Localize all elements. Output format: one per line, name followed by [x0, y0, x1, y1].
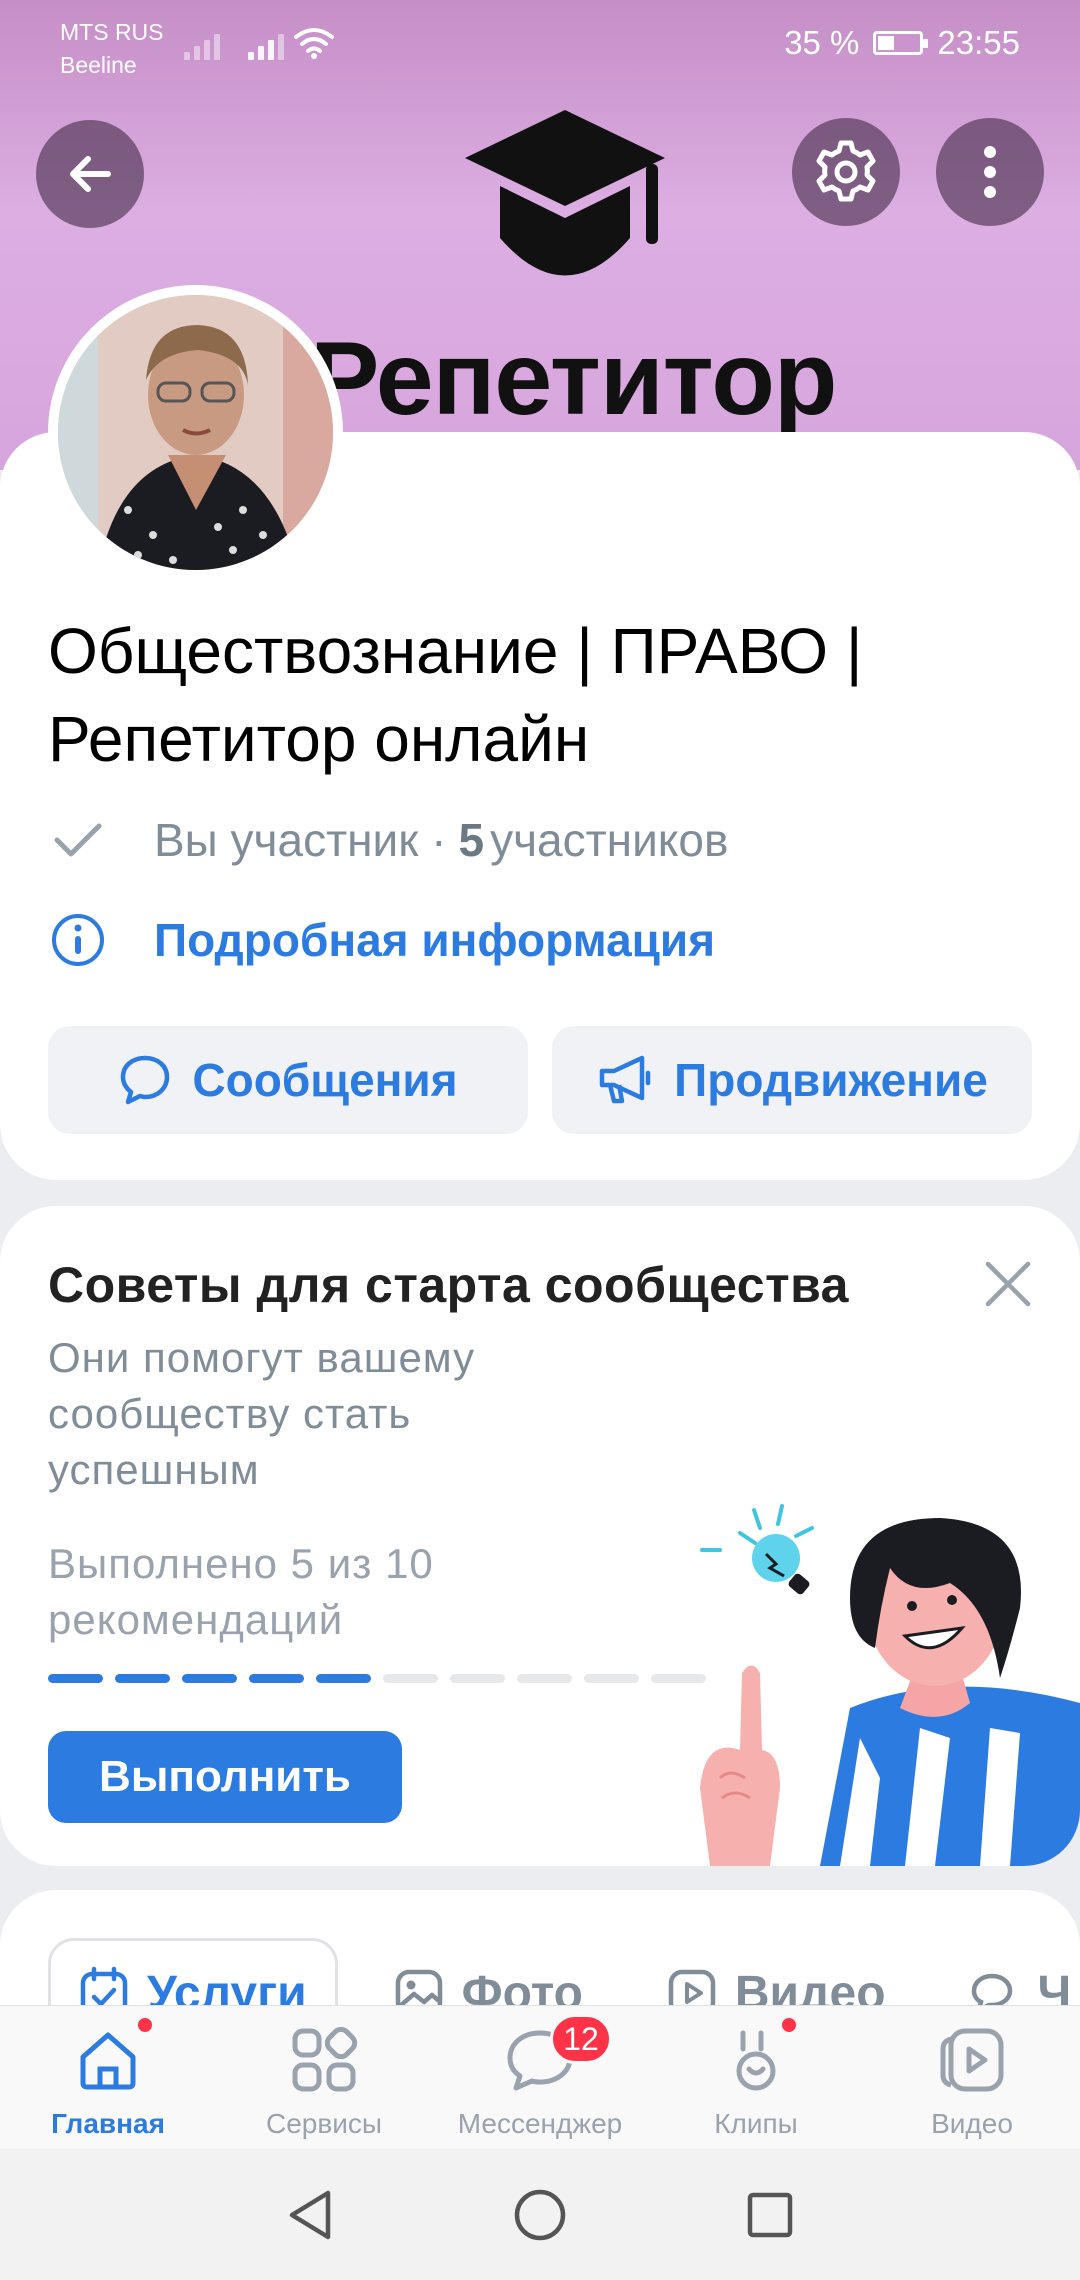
tips-progress-text: Выполнено 5 из 10 рекомендаций [48, 1540, 434, 1643]
nav-clips[interactable]: Клипы [648, 2006, 864, 2149]
graduation-cap-icon [465, 110, 665, 276]
promotion-label: Продвижение [674, 1054, 988, 1106]
more-vertical-icon [984, 146, 996, 198]
nav-services[interactable]: Сервисы [216, 2006, 432, 2149]
nav-video[interactable]: Видео [864, 2006, 1080, 2149]
check-icon [48, 810, 108, 870]
status-bar: MTS RUS Beeline 35 % 23:55 [0, 0, 1080, 90]
system-back-icon[interactable] [282, 2187, 338, 2243]
battery-icon [873, 31, 929, 55]
progress-segment [450, 1674, 505, 1683]
signal-1-icon [184, 30, 220, 60]
community-avatar[interactable] [48, 285, 343, 580]
wifi-icon [294, 28, 334, 59]
system-home-icon[interactable] [512, 2187, 568, 2243]
member-status: Вы участник · [154, 814, 447, 866]
messages-label: Сообщения [192, 1054, 458, 1106]
video-icon [932, 2020, 1012, 2100]
light-bulb-icon [700, 1504, 814, 1595]
bottom-navigation: Главная Сервисы 12 Мессенджер Клипы Виде… [0, 2005, 1080, 2149]
nav-video-label: Видео [931, 2108, 1013, 2139]
membership-row[interactable]: Вы участник · 5 участников [48, 810, 728, 870]
progress-segment [249, 1674, 304, 1683]
system-navigation-bar [0, 2149, 1080, 2280]
complete-tips-button[interactable]: Выполнить [48, 1731, 402, 1823]
nav-messenger[interactable]: 12 Мессенджер [432, 2006, 648, 2149]
progress-segment [517, 1674, 572, 1683]
info-icon [48, 910, 108, 970]
back-button[interactable] [36, 120, 144, 228]
carrier-info: MTS RUS Beeline [60, 16, 164, 82]
progress-segment [115, 1674, 170, 1683]
progress-segment [584, 1674, 639, 1683]
community-name: Обществознание | ПРАВО | Репетитор онлай… [48, 615, 863, 775]
battery-percent: 35 % [784, 24, 860, 61]
arrow-left-icon [70, 156, 111, 192]
tips-subtitle: Они помогут вашему сообществу стать успе… [48, 1334, 476, 1493]
settings-button[interactable] [792, 118, 900, 226]
progress-segment [316, 1674, 371, 1683]
signal-2-icon [248, 30, 284, 60]
tips-illustration [700, 1504, 1080, 1866]
tips-title: Советы для старта сообщества [48, 1257, 849, 1313]
messages-button[interactable]: Сообщения [48, 1026, 528, 1134]
carrier-1: MTS RUS [60, 19, 164, 45]
message-bubble-icon [121, 1055, 170, 1105]
nav-clips-label: Клипы [714, 2108, 798, 2139]
status-right: 35 % 23:55 [784, 24, 1020, 62]
cover-title: Репетитор [310, 321, 837, 437]
member-count: 5 [458, 814, 485, 866]
progress-segment [182, 1674, 237, 1683]
detailed-info-link[interactable]: Подробная информация [48, 910, 715, 970]
carrier-2: Beeline [60, 52, 137, 78]
gear-icon [816, 140, 876, 202]
close-icon[interactable] [978, 1254, 1038, 1314]
member-suffix: участников [490, 814, 729, 866]
start-tips-card: Советы для старта сообщества Они помогут… [0, 1206, 1080, 1866]
progress-segment [48, 1674, 103, 1683]
progress-segment [383, 1674, 438, 1683]
megaphone-icon [599, 1055, 651, 1104]
nav-services-label: Сервисы [265, 2108, 382, 2139]
avatar-photo [58, 295, 333, 570]
tips-progress-bar [48, 1674, 706, 1683]
system-recents-icon[interactable] [742, 2187, 798, 2243]
more-options-button[interactable] [936, 118, 1044, 226]
avatar-portrait-image [58, 295, 333, 570]
info-link-label: Подробная информация [154, 914, 716, 966]
messenger-unread-badge: 12 [550, 2014, 612, 2064]
home-notification-dot [136, 2016, 154, 2034]
promotion-button[interactable]: Продвижение [552, 1026, 1032, 1134]
home-icon [68, 2020, 148, 2100]
services-grid-icon [284, 2020, 364, 2100]
nav-home-label: Главная [51, 2108, 165, 2139]
progress-segment [651, 1674, 706, 1683]
clock: 23:55 [937, 24, 1020, 61]
nav-home[interactable]: Главная [0, 2006, 216, 2149]
clips-notification-dot [780, 2016, 798, 2034]
nav-messenger-label: Мессенджер [457, 2108, 623, 2139]
